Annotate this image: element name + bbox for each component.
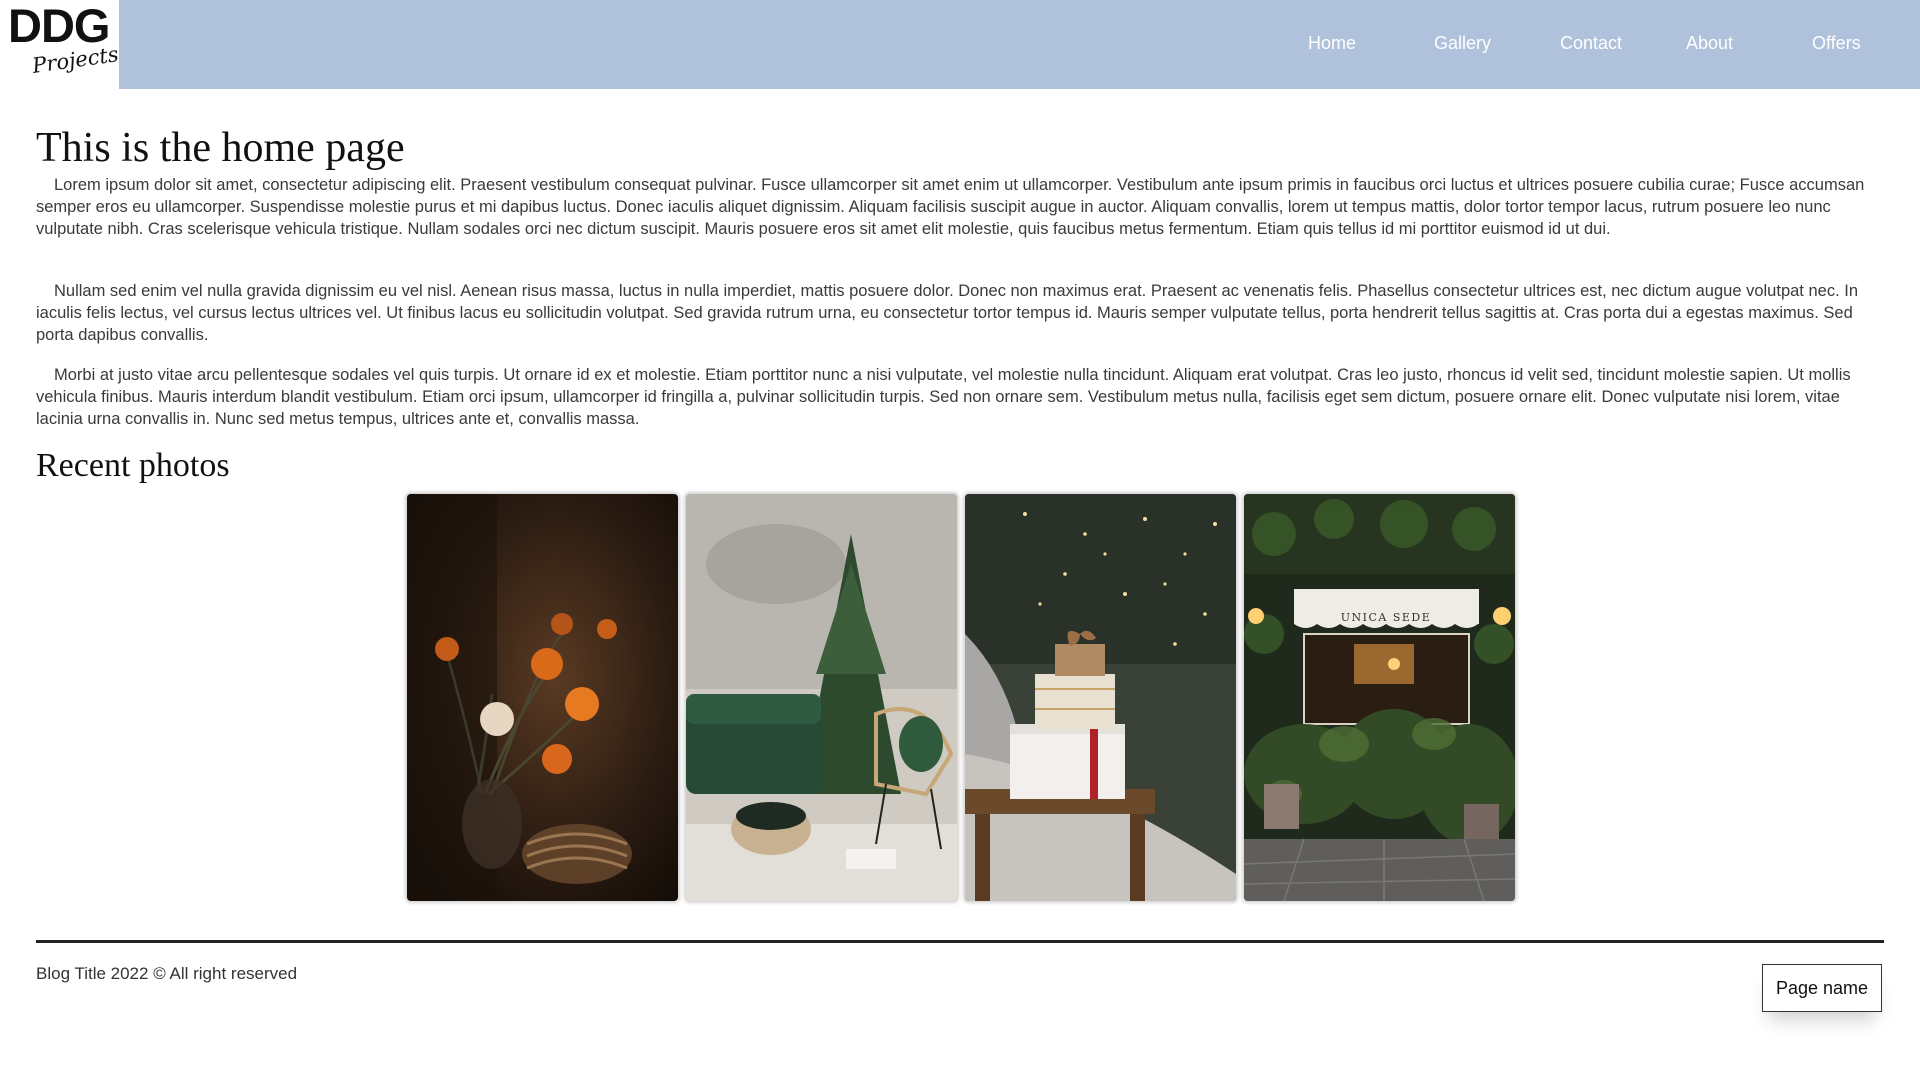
gift-boxes-bed-photo — [965, 494, 1236, 901]
site-logo[interactable]: DDG Projects — [0, 0, 120, 89]
nav-about[interactable]: About — [1686, 33, 1733, 54]
page-name-button[interactable]: Page name — [1762, 964, 1882, 1012]
recent-photos-title: Recent photos — [36, 447, 230, 484]
nav-offers[interactable]: Offers — [1812, 33, 1861, 54]
body-paragraph-1: Lorem ipsum dolor sit amet, consectetur … — [36, 176, 1865, 238]
nav-home[interactable]: Home — [1308, 33, 1356, 54]
nav-gallery[interactable]: Gallery — [1434, 33, 1491, 54]
site-header: DDG Projects Home Gallery Contact About … — [0, 0, 1920, 89]
body-paragraph-3: Morbi at justo vitae arcu pellentesque s… — [36, 366, 1851, 428]
shopfront-plants-photo: UNICA SEDE — [1244, 494, 1515, 901]
poppies-vase-photo — [407, 494, 678, 901]
shop-sign-text: UNICA SEDE — [1341, 611, 1432, 624]
photo-christmas-living-room[interactable] — [686, 494, 957, 901]
photo-shopfront[interactable]: UNICA SEDE — [1244, 494, 1515, 901]
page-title: This is the home page — [36, 125, 405, 171]
body-paragraph-2: Nullam sed enim vel nulla gravida dignis… — [36, 282, 1858, 344]
footer-divider — [36, 940, 1884, 943]
footer-copyright: Blog Title 2022 © All right reserved — [36, 964, 298, 983]
photo-gift-boxes[interactable] — [965, 494, 1236, 901]
nav-contact[interactable]: Contact — [1560, 33, 1622, 54]
photo-poppies-vase[interactable] — [407, 494, 678, 901]
christmas-tree-living-room-photo — [686, 494, 957, 901]
